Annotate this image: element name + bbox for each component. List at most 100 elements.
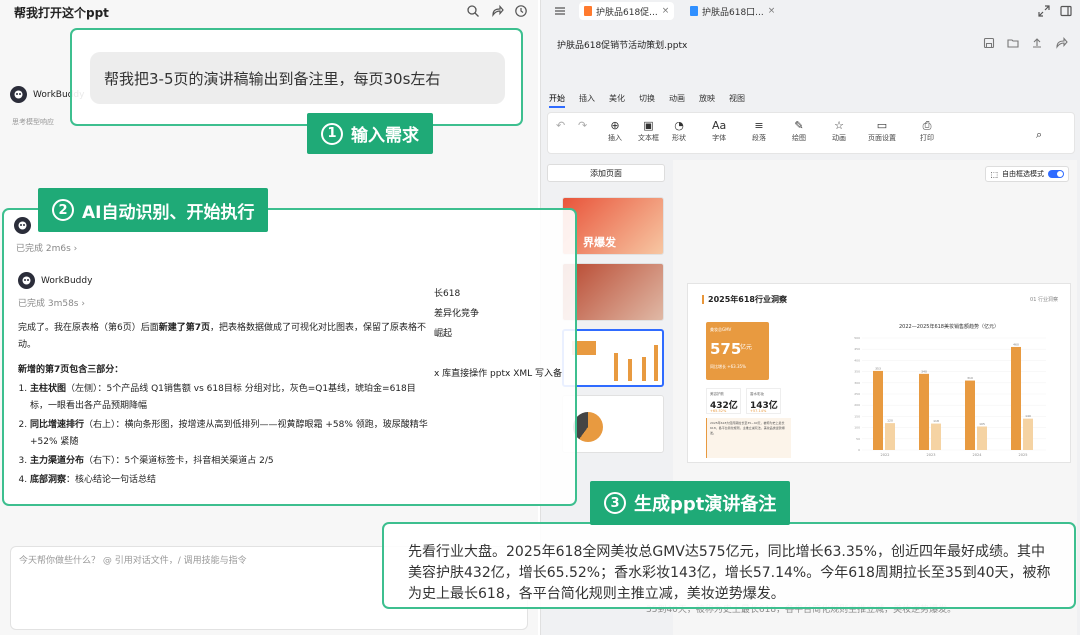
redo-button[interactable]: ↷: [578, 118, 587, 133]
background-spacer: [434, 344, 562, 364]
draw-button[interactable]: ✎ 绘图: [792, 118, 806, 143]
y-tick-label: 50: [856, 437, 860, 441]
step-badge-1: 1 输入需求: [307, 113, 433, 154]
share-icon[interactable]: [490, 4, 504, 18]
folder-icon[interactable]: [1006, 36, 1020, 50]
current-slide[interactable]: 2025年618行业洞察 01 行业洞察 美妆总GMV 575 亿元 同比增长 …: [687, 283, 1071, 463]
share-icon[interactable]: [1054, 36, 1068, 50]
y-tick-label: 0: [858, 448, 860, 452]
ribbon-tab-insert[interactable]: 插入: [579, 93, 595, 108]
bar-value-label: 340: [921, 369, 927, 373]
y-tick-label: 450: [854, 347, 860, 351]
tab-file-1[interactable]: 护肤品618促... ×: [579, 2, 675, 20]
chat-title-icons: [466, 4, 528, 18]
ribbon-toolbar: ↶ ↷ ⊕ 插入 ▣ 文本框 ◔ 形状 Aa 字体 ≡ 段落 ✎ 绘图 ☆ 动画 ▭ 页面设置 …: [547, 112, 1075, 154]
print-button[interactable]: ⎙ 打印: [920, 118, 934, 143]
thumbnail-pie: [573, 412, 603, 442]
list-item-text: ：核心结论一句话总结: [66, 475, 157, 485]
chevron-right-icon: ›: [73, 244, 78, 254]
close-icon[interactable]: ×: [768, 6, 776, 16]
bar: [1023, 418, 1033, 450]
search-icon[interactable]: [466, 4, 480, 18]
list-item-text: （右下）：5个渠道标签卡，抖音相关渠道占 2/5: [84, 456, 274, 466]
slide-thumbnail[interactable]: [562, 395, 664, 453]
document-title: 护肤品618促销节活动策划.pptx: [557, 41, 688, 51]
bar-value-label: 310: [967, 376, 973, 380]
gmv-value: 575: [710, 340, 742, 358]
expand-icon[interactable]: [1037, 4, 1051, 18]
undo-button[interactable]: ↶: [556, 118, 565, 133]
step-badge-3: 3 生成ppt演讲备注: [590, 481, 791, 525]
step-badge-2: 2 AI自动识别、开始执行: [38, 188, 269, 232]
plus-icon: ⊕: [610, 119, 620, 132]
tab-file-2-label: 护肤品618口...: [702, 7, 764, 18]
agent-avatar: [10, 86, 27, 103]
skincare-growth: +65.52%: [710, 409, 727, 413]
paragraph-button[interactable]: ≡ 段落: [752, 118, 766, 143]
page-setup-icon: ▭: [876, 119, 888, 132]
ribbon-tab-slideshow[interactable]: 放映: [699, 93, 715, 108]
ribbon-tab-animation[interactable]: 动画: [669, 93, 685, 108]
animation-button[interactable]: ☆ 动画: [832, 118, 846, 143]
insert-button[interactable]: ⊕ 插入: [608, 118, 622, 143]
background-line: x 库直接操作 pptx XML 写入备: [434, 369, 562, 379]
close-icon[interactable]: ×: [662, 6, 670, 16]
textbox-button[interactable]: ▣ 文本框: [638, 118, 659, 143]
animation-label: 动画: [832, 134, 846, 142]
step-number: 3: [604, 492, 626, 514]
list-item: 同比增速排行（右上）：横向条形图，按增速从高到低排列——视黄醇眼霜 +58% 领…: [30, 417, 430, 451]
bar: [931, 423, 941, 450]
search-button[interactable]: ⌕: [1036, 127, 1042, 142]
slide-note-block: 2025年618大促周期拉长至35~40天，被称为史上最长618，各平台简化规则…: [706, 418, 791, 458]
list-item-heading: 同比增速排行: [30, 420, 85, 430]
y-tick-label: 200: [854, 403, 860, 407]
skincare-card: 美容护肤 432亿 +65.52%: [706, 388, 741, 414]
response-list: 主柱状图（左侧）：5个产品线 Q1销售额 vs 618目标 分组对比，灰色=Q1…: [30, 381, 430, 489]
step-label: AI自动识别、开始执行: [82, 202, 255, 223]
ribbon-tab-beautify[interactable]: 美化: [609, 93, 625, 108]
save-icon[interactable]: [982, 36, 996, 50]
ribbon-tab-transition[interactable]: 切换: [639, 93, 655, 108]
completed-status[interactable]: 已完成 2m6s ›: [16, 241, 77, 254]
free-select-toggle[interactable]: [1048, 170, 1064, 178]
page-setup-button[interactable]: ▭ 页面设置: [868, 118, 896, 143]
history-icon[interactable]: [514, 4, 528, 18]
menu-icon[interactable]: [553, 4, 567, 18]
thumbnail-bar: [614, 353, 618, 381]
print-label: 打印: [920, 134, 934, 142]
agent-header: [14, 217, 31, 234]
list-item: 底部洞察：核心结论一句话总结: [30, 472, 430, 489]
redo-icon: ↷: [578, 119, 588, 132]
list-item-heading: 主力渠道分布: [30, 456, 85, 466]
draw-label: 绘图: [792, 134, 806, 142]
y-tick-label: 250: [854, 392, 860, 396]
print-icon: ⎙: [922, 119, 932, 132]
chat-titlebar: 帮我打开这个ppt: [0, 0, 538, 24]
font-button[interactable]: Aa 字体: [712, 118, 726, 143]
sidebar-toggle-icon[interactable]: [1059, 4, 1073, 18]
font-icon: Aa: [712, 119, 727, 132]
slide-thumbnail-selected[interactable]: [562, 329, 664, 387]
bar-value-label: 120: [887, 419, 893, 423]
list-item: 主力渠道分布（右下）：5个渠道标签卡，抖音相关渠道占 2/5: [30, 453, 430, 470]
tab-file-2[interactable]: 护肤品618口... ×: [685, 2, 780, 20]
slide-thumbnail[interactable]: [562, 263, 664, 321]
slide-thumbnail[interactable]: 界爆发: [562, 197, 664, 255]
bar: [919, 373, 929, 450]
free-select-mode[interactable]: ⬚ 自由框选模式: [985, 166, 1069, 182]
add-page-button[interactable]: 添加页面: [547, 164, 665, 182]
chat-input-placeholder: 今天帮你做些什么？ @ 引用对话文件，/ 调用技能与指令: [19, 556, 247, 566]
bar: [1011, 346, 1021, 450]
thumbnail-text: 界爆发: [583, 236, 616, 249]
insert-label: 插入: [608, 134, 622, 142]
completed-status-text: 已完成 3m58s: [18, 299, 79, 309]
makeup-growth: +57.14%: [750, 409, 767, 413]
thumbnail-bar: [628, 359, 632, 381]
ribbon-tab-home[interactable]: 开始: [549, 93, 565, 108]
gmv-unit: 亿元: [740, 344, 753, 351]
completed-status[interactable]: 已完成 3m58s ›: [18, 296, 85, 309]
upload-icon[interactable]: [1030, 36, 1044, 50]
ribbon-tab-view[interactable]: 视图: [729, 93, 745, 108]
shape-button[interactable]: ◔ 形状: [672, 118, 686, 143]
agent-name: WorkBuddy: [41, 275, 93, 286]
